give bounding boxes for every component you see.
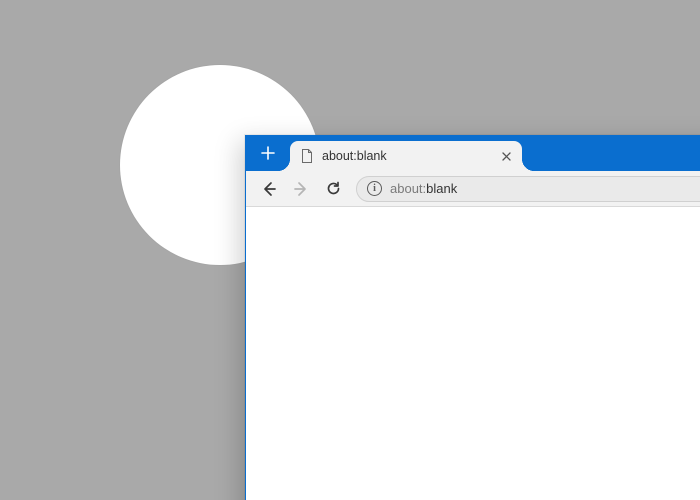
tab-close-button[interactable] xyxy=(498,148,514,164)
address-url: about:blank xyxy=(390,181,457,196)
document-icon xyxy=(300,149,314,163)
url-scheme: about: xyxy=(390,181,426,196)
arrow-right-icon xyxy=(292,180,310,198)
url-rest: blank xyxy=(426,181,457,196)
tab-title: about:blank xyxy=(322,149,387,163)
back-button[interactable] xyxy=(254,175,284,203)
forward-button[interactable] xyxy=(286,175,316,203)
toolbar: i about:blank xyxy=(246,171,700,207)
reload-button[interactable] xyxy=(318,175,348,203)
address-bar[interactable]: i about:blank xyxy=(356,176,700,202)
tab-strip: about:blank xyxy=(246,135,700,171)
arrow-left-icon xyxy=(260,180,278,198)
reload-icon xyxy=(325,180,342,197)
page-viewport xyxy=(246,207,700,500)
site-info-icon[interactable]: i xyxy=(367,181,382,196)
plus-icon xyxy=(261,146,275,160)
tab-about-blank[interactable]: about:blank xyxy=(290,141,522,171)
browser-window: about:blank i about:blank xyxy=(245,135,700,500)
close-icon xyxy=(502,152,511,161)
